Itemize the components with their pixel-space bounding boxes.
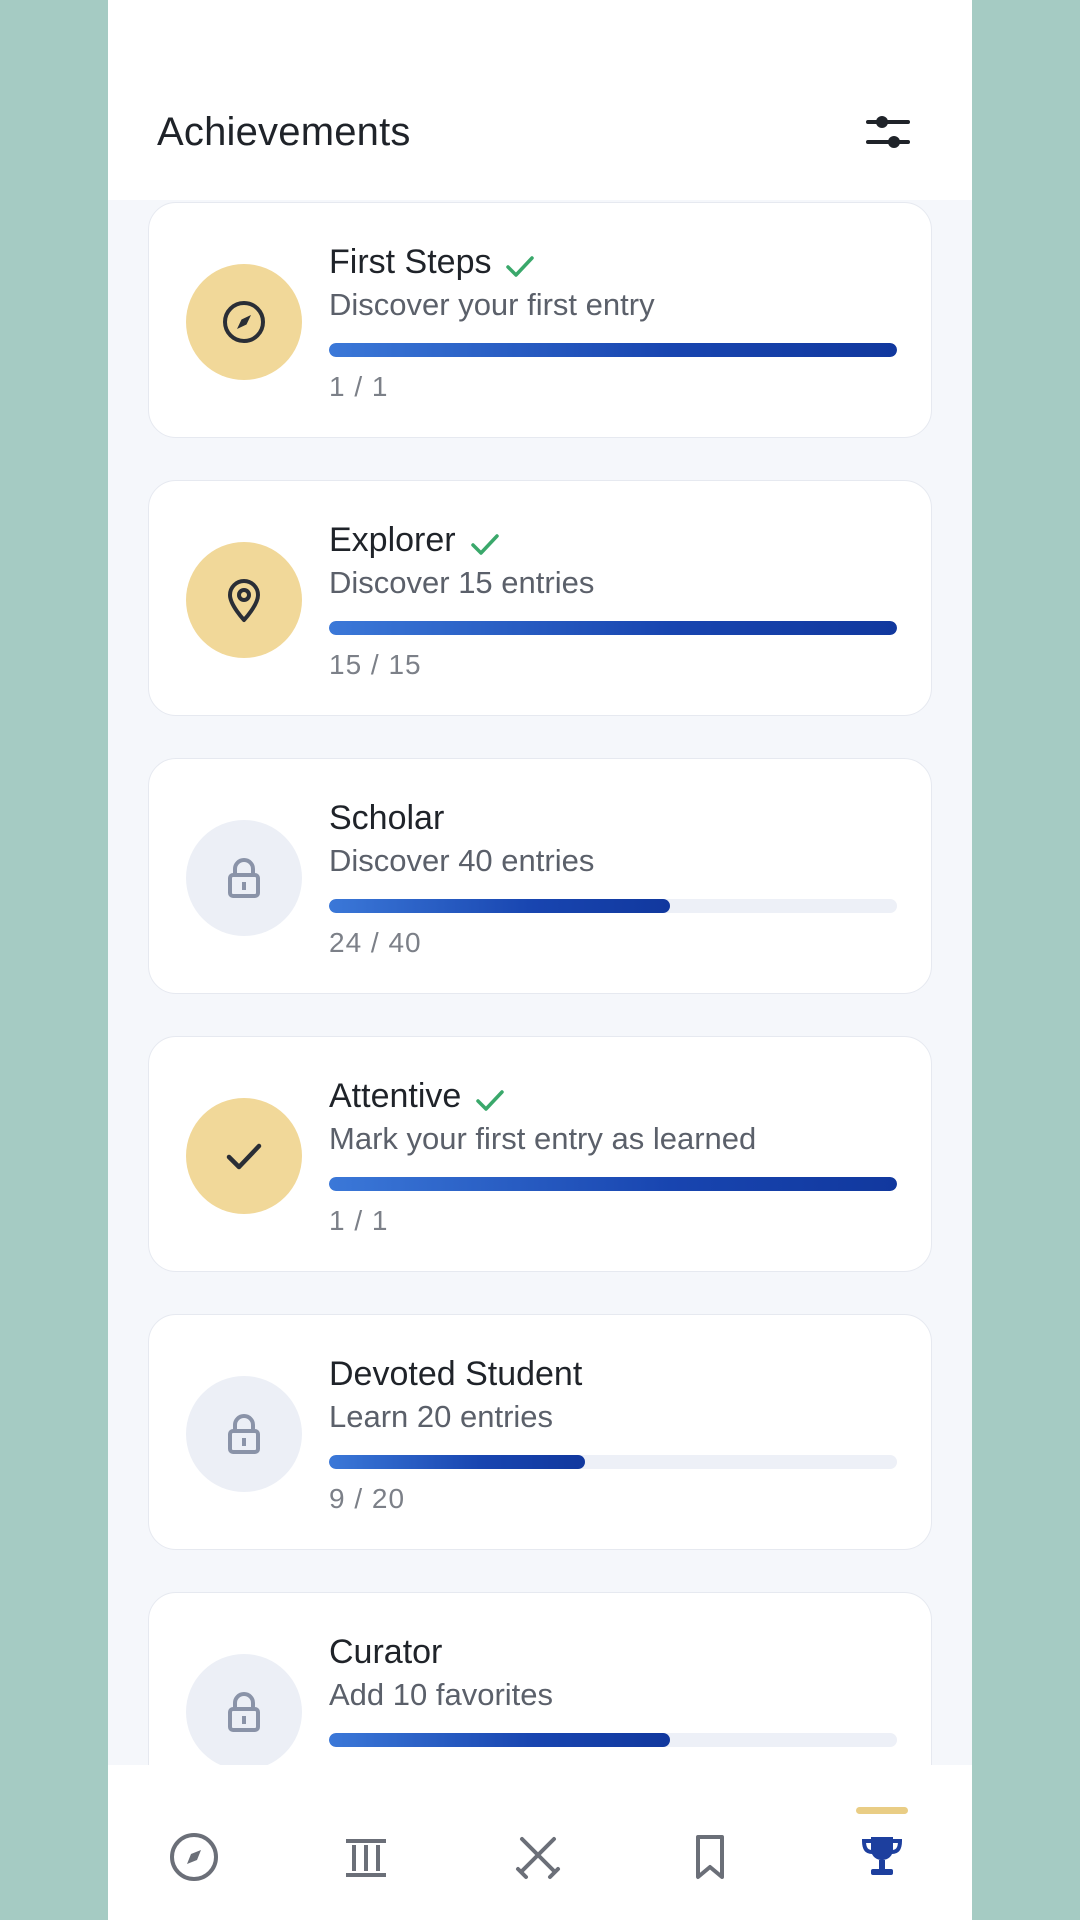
columns-icon [346,1838,386,1877]
achievement-badge [186,264,302,380]
nav-item-discover[interactable] [108,1765,280,1920]
achievement-description: Discover 15 entries [329,565,595,600]
lock-icon [220,1688,268,1736]
nav-item-bookmarks[interactable] [624,1765,796,1920]
completed-check-icon [470,528,500,555]
progress-bar [329,899,897,913]
achievement-badge [186,542,302,658]
progress-bar-fill [329,899,670,913]
nav-item-museum[interactable] [280,1765,452,1920]
achievement-list[interactable]: First Steps Discover your first entry 1 / … [108,200,972,1765]
progress-count: 1 / 1 [329,371,389,402]
progress-bar-fill [329,343,897,357]
progress-bar [329,1177,897,1191]
achievement-title: Devoted Student [329,1355,582,1394]
achievement-title: First Steps [329,243,535,282]
page-title: Achievements [157,110,411,154]
progress-bar [329,621,897,635]
completed-check-icon [505,250,535,277]
map-pin-icon [220,576,268,624]
achievement-card[interactable]: Explorer Discover 15 entries 15 / 15 [148,480,932,716]
achievement-title-text: Curator [329,1633,443,1671]
trophy-icon [861,1836,903,1875]
achievement-description: Add 10 favorites [329,1677,554,1712]
achievement-badge [186,1654,302,1765]
filter-button[interactable] [864,112,912,154]
progress-bar [329,1455,897,1469]
nav-item-achievements[interactable] [796,1765,968,1920]
achievement-title-text: First Steps [329,243,492,281]
achievement-badge [186,820,302,936]
achievement-title-text: Devoted Student [329,1355,583,1393]
progress-count: 9 / 20 [329,1483,406,1514]
lock-icon [220,1410,268,1458]
app-screen: Achievements First Steps Discover your fi… [108,0,972,1920]
achievement-description: Discover your first entry [329,287,655,322]
progress-bar-fill [329,1455,585,1469]
achievement-title-text: Attentive [329,1077,462,1115]
achievement-badge [186,1376,302,1492]
nav-item-battles[interactable] [452,1765,624,1920]
achievement-title: Scholar [329,799,444,838]
achievement-description: Discover 40 entries [329,843,595,878]
achievement-card[interactable]: Devoted Student Learn 20 entries 9 / 20 [148,1314,932,1550]
achievement-title: Curator [329,1633,442,1672]
progress-bar-fill [329,1733,670,1747]
lock-icon [220,854,268,902]
achievement-badge [186,1098,302,1214]
progress-count: 15 / 15 [329,649,422,680]
achievement-card[interactable]: Scholar Discover 40 entries 24 / 40 [148,758,932,994]
bottom-nav [108,1765,972,1920]
progress-bar-fill [329,1177,897,1191]
achievement-card[interactable]: First Steps Discover your first entry 1 / … [148,202,932,438]
achievement-title-text: Scholar [329,799,445,837]
active-tab-indicator [856,1807,908,1814]
header: Achievements [108,0,972,200]
compass-icon [220,298,268,346]
completed-check-icon [475,1084,505,1111]
progress-count: 24 / 40 [329,927,422,958]
bookmark-icon [696,1834,724,1879]
achievement-title: Attentive [329,1077,505,1116]
achievement-card[interactable]: Attentive Mark your first entry as learne… [148,1036,932,1272]
progress-count: 1 / 1 [329,1205,389,1236]
achievement-title: Explorer [329,521,500,560]
achievement-description: Learn 20 entries [329,1399,554,1434]
sliders-icon [866,116,910,148]
achievement-card[interactable]: CuratorAdd 10 favorites6 / 10 [148,1592,932,1765]
achievement-description: Mark your first entry as learned [329,1121,757,1156]
progress-bar [329,343,897,357]
progress-bar-fill [329,621,897,635]
progress-bar [329,1733,897,1747]
crossed-swords-icon [516,1836,560,1879]
achievement-title-text: Explorer [329,521,456,559]
compass-icon [170,1832,218,1881]
checkmark-icon [220,1132,268,1180]
